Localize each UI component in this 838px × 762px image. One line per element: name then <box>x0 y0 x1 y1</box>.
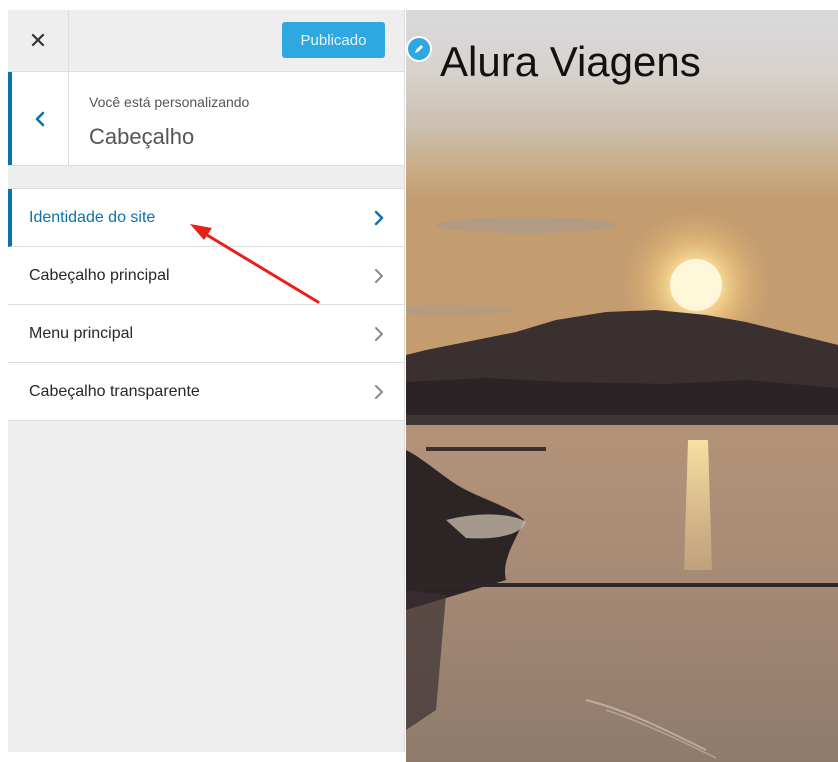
section-title: Cabeçalho <box>89 124 195 149</box>
header-background-image <box>406 10 838 762</box>
customizer-topbar: ✕ Publicado <box>8 10 404 72</box>
chevron-right-icon <box>374 210 384 226</box>
site-preview: Alura Viagens <box>406 10 838 762</box>
chevron-right-icon <box>375 269 383 283</box>
edit-site-title-button[interactable] <box>406 36 432 62</box>
menu-item-cabecalho-transparente[interactable]: Cabeçalho transparente <box>8 363 404 421</box>
pencil-icon <box>415 45 423 53</box>
menu-item-cabecalho-principal[interactable]: Cabeçalho principal <box>8 247 404 305</box>
menu-item-identidade-do-site[interactable]: Identidade do site <box>8 189 404 247</box>
menu-item-label: Cabeçalho transparente <box>29 382 200 400</box>
chevron-right-icon <box>375 385 383 399</box>
menu-item-label: Cabeçalho principal <box>29 266 170 284</box>
site-title[interactable]: Alura Viagens <box>440 38 701 86</box>
chevron-right-icon <box>375 327 383 341</box>
section-header: Você está personalizando Cabeçalho <box>8 72 404 166</box>
customizer-sidebar: ✕ Publicado Você está personalizando Cab… <box>8 10 405 752</box>
section-menu: Identidade do site Cabeçalho principal M… <box>8 188 404 421</box>
chevron-left-icon <box>35 111 45 126</box>
menu-item-label: Identidade do site <box>29 208 156 226</box>
section-subtitle: Você está personalizando <box>89 94 250 110</box>
close-icon: ✕ <box>28 27 48 53</box>
back-button[interactable] <box>8 72 69 165</box>
close-button[interactable]: ✕ <box>8 10 69 71</box>
publish-button[interactable]: Publicado <box>282 22 385 58</box>
menu-item-menu-principal[interactable]: Menu principal <box>8 305 404 363</box>
menu-item-label: Menu principal <box>29 324 134 342</box>
